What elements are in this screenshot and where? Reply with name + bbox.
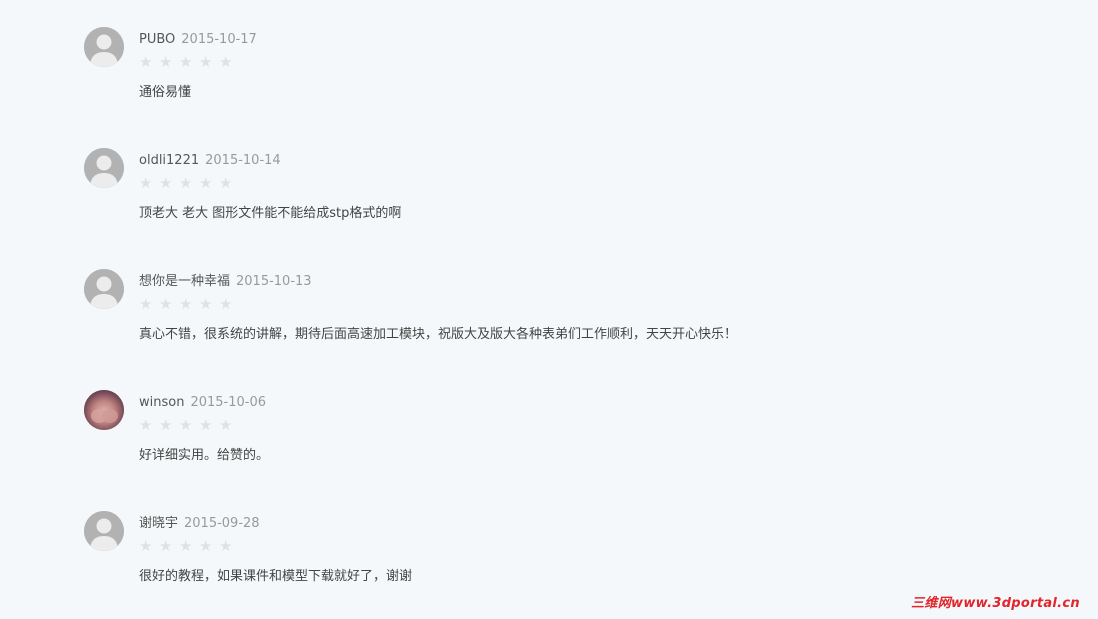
star-icon: ★ xyxy=(139,416,153,434)
star-icon: ★ xyxy=(199,537,213,555)
username[interactable]: 谢晓宇 xyxy=(139,516,178,531)
rating-stars: ★ ★ ★ ★ ★ xyxy=(139,53,239,71)
default-user-icon[interactable] xyxy=(84,511,124,551)
review-item: 想你是一种幸福 2015-10-13 ★ ★ ★ ★ ★ 真心不错，很系统的讲解，期待后面… xyxy=(0,242,1098,363)
star-icon: ★ xyxy=(139,295,153,313)
star-icon: ★ xyxy=(199,53,213,71)
review-date: 2015-09-28 xyxy=(184,516,260,531)
star-icon: ★ xyxy=(199,174,213,192)
review-content: 真心不错，很系统的讲解，期待后面高速加工模块，祝版大及版大各种表弟们工作顺利，天… xyxy=(139,327,738,342)
star-icon: ★ xyxy=(219,174,233,192)
review-date: 2015-10-06 xyxy=(190,395,267,410)
star-icon: ★ xyxy=(139,537,153,555)
rating-stars: ★ ★ ★ ★ ★ xyxy=(139,416,239,434)
username[interactable]: 想你是一种幸福 xyxy=(139,274,230,289)
star-icon: ★ xyxy=(219,537,233,555)
rating-stars: ★ ★ ★ ★ ★ xyxy=(139,537,239,555)
star-icon: ★ xyxy=(179,295,193,313)
star-icon: ★ xyxy=(179,53,193,71)
review-item: winson 2015-10-06 ★ ★ ★ ★ ★ 好详细实用。给赞的。 xyxy=(0,363,1098,484)
default-user-icon[interactable] xyxy=(84,148,124,188)
review-date: 2015-10-17 xyxy=(181,32,257,47)
site-watermark: 三维网www.3dportal.cn xyxy=(911,596,1080,611)
review-item: oldli1221 2015-10-14 ★ ★ ★ ★ ★ 顶老大 老大 图形文件能不能… xyxy=(0,121,1098,242)
review-content: 好详细实用。给赞的。 xyxy=(139,448,270,463)
username[interactable]: oldli1221 xyxy=(139,153,199,168)
star-icon: ★ xyxy=(219,295,233,313)
star-icon: ★ xyxy=(219,416,233,434)
star-icon: ★ xyxy=(219,53,233,71)
review-meta: winson 2015-10-06 xyxy=(139,392,266,410)
rating-stars: ★ ★ ★ ★ ★ xyxy=(139,174,239,192)
username[interactable]: winson xyxy=(139,395,184,410)
review-content: 通俗易懂 xyxy=(139,85,192,100)
default-user-icon[interactable] xyxy=(84,27,124,67)
review-content: 很好的教程，如果课件和模型下载就好了，谢谢 xyxy=(139,569,413,584)
user-photo-avatar[interactable] xyxy=(84,390,124,430)
review-item: PUBO 2015-10-17 ★ ★ ★ ★ ★ 通俗易懂 xyxy=(0,0,1098,121)
username[interactable]: PUBO xyxy=(139,32,175,47)
review-date: 2015-10-13 xyxy=(236,274,312,289)
review-meta: oldli1221 2015-10-14 xyxy=(139,150,281,168)
star-icon: ★ xyxy=(159,416,173,434)
star-icon: ★ xyxy=(139,174,153,192)
star-icon: ★ xyxy=(179,537,193,555)
review-meta: PUBO 2015-10-17 xyxy=(139,29,257,47)
star-icon: ★ xyxy=(199,295,213,313)
review-content: 顶老大 老大 图形文件能不能给成stp格式的啊 xyxy=(139,206,402,221)
star-icon: ★ xyxy=(139,53,153,71)
star-icon: ★ xyxy=(179,174,193,192)
star-icon: ★ xyxy=(159,295,173,313)
star-icon: ★ xyxy=(159,537,173,555)
review-meta: 谢晓宇 2015-09-28 xyxy=(139,513,260,531)
review-item: 谢晓宇 2015-09-28 ★ ★ ★ ★ ★ 很好的教程，如果课件和模型下载就好了，谢… xyxy=(0,484,1098,605)
review-date: 2015-10-14 xyxy=(205,153,281,168)
review-meta: 想你是一种幸福 2015-10-13 xyxy=(139,271,312,289)
star-icon: ★ xyxy=(179,416,193,434)
rating-stars: ★ ★ ★ ★ ★ xyxy=(139,295,239,313)
star-icon: ★ xyxy=(159,53,173,71)
star-icon: ★ xyxy=(199,416,213,434)
default-user-icon[interactable] xyxy=(84,269,124,309)
star-icon: ★ xyxy=(159,174,173,192)
